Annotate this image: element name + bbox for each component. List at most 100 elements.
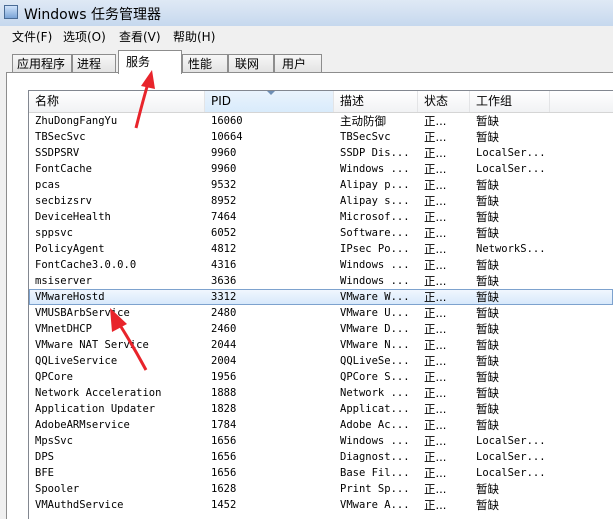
cell-name: PolicyAgent bbox=[35, 243, 105, 255]
column-header-description[interactable]: 描述 bbox=[334, 91, 418, 112]
sort-descending-icon bbox=[267, 91, 275, 95]
cell-status: 正... bbox=[424, 226, 447, 240]
cell-description: IPsec Po... bbox=[340, 243, 410, 255]
table-row[interactable]: VMware NAT Service 2044 VMware N... 正... 暂缺 bbox=[29, 337, 613, 353]
cell-pid: 9960 bbox=[211, 163, 237, 175]
cell-group: 暂缺 bbox=[476, 322, 499, 336]
cell-pid: 1452 bbox=[211, 499, 237, 511]
tab-services[interactable]: 服务 bbox=[118, 50, 182, 74]
tab-networking[interactable]: 联网 bbox=[228, 54, 274, 72]
cell-pid: 1888 bbox=[211, 387, 237, 399]
cell-group: 暂缺 bbox=[476, 354, 499, 368]
table-row[interactable]: Network Acceleration 1888 Network ... 正... 暂… bbox=[29, 385, 613, 401]
cell-description: VMware N... bbox=[340, 339, 410, 351]
services-list[interactable]: 名称 PID 描述 状态 工作组 ZhuDongFangYu 16060 主动防御正… bbox=[28, 90, 613, 519]
table-row[interactable]: SSDPSRV 9960 SSDP Dis... 正... LocalSer... bbox=[29, 145, 613, 161]
table-row[interactable]: sppsvc 6052 Software... 正... 暂缺 bbox=[29, 225, 613, 241]
cell-description: Base Fil... bbox=[340, 467, 410, 479]
cell-pid: 2480 bbox=[211, 307, 237, 319]
cell-status: 正... bbox=[424, 162, 447, 176]
cell-name: VMwareHostd bbox=[35, 291, 105, 303]
cell-pid: 1656 bbox=[211, 467, 237, 479]
cell-status: 正... bbox=[424, 338, 447, 352]
table-row[interactable]: Spooler 1628 Print Sp... 正... 暂缺 bbox=[29, 481, 613, 497]
table-row[interactable]: VMUSBArbService 2480 VMware U... 正... 暂缺 bbox=[29, 305, 613, 321]
cell-status: 正... bbox=[424, 402, 447, 416]
table-row[interactable]: msiserver 3636 Windows ... 正... 暂缺 bbox=[29, 273, 613, 289]
cell-pid: 8952 bbox=[211, 195, 237, 207]
cell-description: TBSecSvc bbox=[340, 131, 391, 143]
tab-processes[interactable]: 进程 bbox=[72, 54, 116, 72]
tab-users[interactable]: 用户 bbox=[274, 54, 322, 72]
cell-group: LocalSer... bbox=[476, 163, 546, 175]
column-header-group[interactable]: 工作组 bbox=[470, 91, 550, 112]
menu-view[interactable]: 查看(V) bbox=[119, 28, 161, 45]
tab-performance[interactable]: 性能 bbox=[182, 54, 228, 72]
cell-pid: 2044 bbox=[211, 339, 237, 351]
cell-name: SSDPSRV bbox=[35, 147, 80, 159]
cell-pid: 1956 bbox=[211, 371, 237, 383]
cell-status: 正... bbox=[424, 386, 447, 400]
table-row[interactable]: QPCore 1956 QPCore S... 正... 暂缺 bbox=[29, 369, 613, 385]
tab-applications[interactable]: 应用程序 bbox=[12, 54, 72, 72]
cell-pid: 1628 bbox=[211, 483, 237, 495]
cell-pid: 2004 bbox=[211, 355, 237, 367]
cell-description: Diagnost... bbox=[340, 451, 410, 463]
table-row[interactable]: DeviceHealth 7464 Microsof... 正... 暂缺 bbox=[29, 209, 613, 225]
table-row[interactable]: MpsSvc 1656 Windows ... 正... LocalSer... bbox=[29, 433, 613, 449]
table-row[interactable]: VMAuthdService 1452 VMware A... 正... 暂缺 bbox=[29, 497, 613, 513]
cell-group: 暂缺 bbox=[476, 290, 499, 304]
cell-name: DeviceHealth bbox=[35, 211, 111, 223]
cell-description: QPCore S... bbox=[340, 371, 410, 383]
cell-status: 正... bbox=[424, 434, 447, 448]
table-row[interactable]: ZhuDongFangYu 16060 主动防御 正... 暂缺 bbox=[29, 113, 613, 129]
table-row[interactable]: TBSecSvc 10664 TBSecSvc 正... 暂缺 bbox=[29, 129, 613, 145]
cell-pid: 9960 bbox=[211, 147, 237, 159]
cell-description: Network ... bbox=[340, 387, 410, 399]
cell-group: 暂缺 bbox=[476, 130, 499, 144]
table-row[interactable]: secbizsrv 8952 Alipay s... 正... 暂缺 bbox=[29, 193, 613, 209]
cell-group: LocalSer... bbox=[476, 147, 546, 159]
cell-group: 暂缺 bbox=[476, 226, 499, 240]
cell-group: 暂缺 bbox=[476, 402, 499, 416]
cell-group: 暂缺 bbox=[476, 418, 499, 432]
table-row[interactable]: FontCache 9960 Windows ... 正... LocalSer... bbox=[29, 161, 613, 177]
menu-file[interactable]: 文件(F) bbox=[12, 28, 52, 45]
cell-pid: 1828 bbox=[211, 403, 237, 415]
menu-options[interactable]: 选项(O) bbox=[63, 28, 106, 45]
table-row[interactable]: AdobeARMservice 1784 Adobe Ac... 正... 暂缺 bbox=[29, 417, 613, 433]
cell-name: AdobeARMservice bbox=[35, 419, 130, 431]
cell-group: 暂缺 bbox=[476, 210, 499, 224]
cell-status: 正... bbox=[424, 194, 447, 208]
table-row[interactable]: pcas 9532 Alipay p... 正... 暂缺 bbox=[29, 177, 613, 193]
table-row[interactable]: QQLiveService 2004 QQLiveSe... 正... 暂缺 bbox=[29, 353, 613, 369]
cell-description: Windows ... bbox=[340, 275, 410, 287]
cell-group: 暂缺 bbox=[476, 258, 499, 272]
cell-status: 正... bbox=[424, 290, 447, 304]
cell-name: Network Acceleration bbox=[35, 387, 162, 399]
table-row[interactable]: DPS 1656 Diagnost... 正... LocalSer... bbox=[29, 449, 613, 465]
cell-name: DPS bbox=[35, 451, 54, 463]
column-header-name[interactable]: 名称 bbox=[29, 91, 205, 112]
cell-description: Windows ... bbox=[340, 163, 410, 175]
menu-help[interactable]: 帮助(H) bbox=[173, 28, 215, 45]
cell-group: LocalSer... bbox=[476, 435, 546, 447]
table-row[interactable]: FontCache3.0.0.0 4316 Windows ... 正... 暂缺 bbox=[29, 257, 613, 273]
title-bar[interactable]: Windows 任务管理器 bbox=[0, 0, 613, 27]
cell-pid: 7464 bbox=[211, 211, 237, 223]
cell-status: 正... bbox=[424, 466, 447, 480]
table-row[interactable]: VMnetDHCP 2460 VMware D... 正... 暂缺 bbox=[29, 321, 613, 337]
column-header-status[interactable]: 状态 bbox=[418, 91, 470, 112]
cell-group: 暂缺 bbox=[476, 306, 499, 320]
table-row[interactable]: BFE 1656 Base Fil... 正... LocalSer... bbox=[29, 465, 613, 481]
cell-pid: 16060 bbox=[211, 115, 243, 127]
cell-group: 暂缺 bbox=[476, 194, 499, 208]
cell-description: 主动防御 bbox=[340, 114, 386, 128]
cell-description: Alipay s... bbox=[340, 195, 410, 207]
cell-status: 正... bbox=[424, 242, 447, 256]
cell-description: VMware W... bbox=[340, 291, 410, 303]
cell-name: ZhuDongFangYu bbox=[35, 115, 118, 127]
table-row[interactable]: Application Updater 1828 Applicat... 正... 暂缺 bbox=[29, 401, 613, 417]
table-row-selected[interactable]: VMwareHostd 3312 VMware W... 正... 暂缺 bbox=[29, 289, 613, 305]
table-row[interactable]: PolicyAgent 4812 IPsec Po... 正... NetworkS..… bbox=[29, 241, 613, 257]
